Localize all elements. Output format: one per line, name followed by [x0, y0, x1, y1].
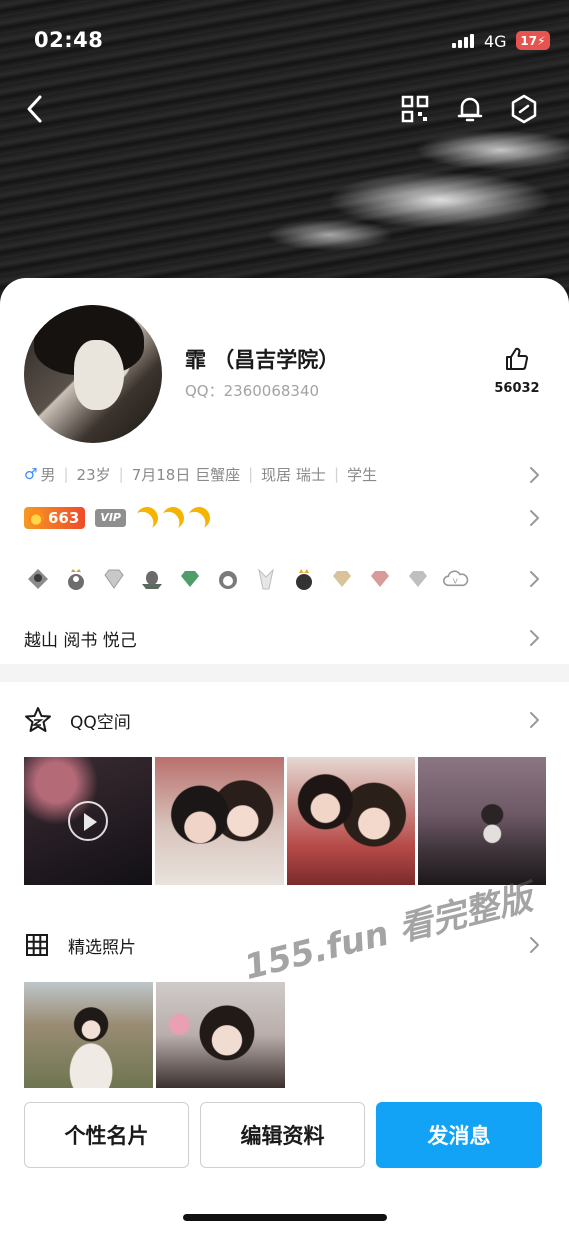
profile-name: 霏 （昌吉学院）: [185, 348, 340, 372]
qq-number[interactable]: QQ：2360068340: [185, 380, 319, 401]
divider: |: [63, 465, 69, 483]
silver-diamond-icon: [404, 566, 431, 592]
green-diamond-icon: [176, 566, 203, 592]
battery-level: 17: [520, 33, 538, 48]
level-row[interactable]: 663 VIP: [24, 505, 210, 531]
honor-badges-row[interactable]: V: [24, 563, 469, 595]
like-count: 56032: [494, 381, 540, 396]
status-bar: 02:48 4G 17 ⚡: [0, 22, 569, 62]
divider: |: [118, 465, 124, 483]
tuxedo-icon: [252, 566, 279, 592]
qzone-photo-thumb[interactable]: [155, 757, 284, 885]
selected-photo-thumb[interactable]: [24, 982, 153, 1088]
age: 23岁: [76, 465, 111, 484]
penguin-boat-icon: [138, 566, 165, 592]
penguin-icon: [214, 566, 241, 592]
qzone-photo-thumb[interactable]: [286, 757, 415, 885]
send-message-button[interactable]: 发消息: [376, 1102, 542, 1168]
moon-level-icons: [136, 507, 210, 529]
selected-photos-title: 精选照片: [68, 937, 136, 958]
home-indicator[interactable]: [183, 1214, 387, 1221]
cloud-vip-icon: V: [442, 566, 469, 592]
selected-photo-thumb[interactable]: [156, 982, 285, 1088]
grid-icon: [26, 934, 48, 956]
like-button[interactable]: [494, 346, 540, 376]
penguin-crown-icon: [62, 566, 89, 592]
section-divider: [0, 664, 569, 682]
level-badge: 663: [24, 507, 86, 529]
signal-icon: [452, 34, 474, 48]
qzone-photo-strip: [24, 757, 546, 885]
level-number: 663: [48, 509, 80, 527]
qzone-photo-thumb[interactable]: [417, 757, 546, 885]
signature[interactable]: 越山 阅书 悦己: [24, 626, 137, 651]
chevron-right-icon[interactable]: [527, 465, 541, 485]
svg-text:V: V: [453, 577, 458, 586]
star-icon: [25, 707, 51, 732]
gold-diamond-icon: [328, 566, 355, 592]
chevron-right-icon[interactable]: [527, 710, 541, 730]
diamond-icon: [100, 566, 127, 592]
moon-icon: [185, 504, 213, 532]
moon-icon: [159, 504, 187, 532]
edit-profile-button[interactable]: 编辑资料: [200, 1102, 365, 1168]
gender: 男: [40, 465, 56, 484]
chevron-right-icon[interactable]: [527, 628, 541, 648]
avatar[interactable]: [24, 305, 162, 443]
bell-icon[interactable]: [453, 92, 487, 126]
male-icon: ♂: [24, 465, 38, 483]
birthday-sign: 7月18日 巨蟹座: [131, 465, 241, 484]
qzone-title: QQ空间: [70, 712, 131, 733]
selected-photo-strip: [24, 982, 546, 1088]
residence: 现居 瑞士: [261, 465, 326, 484]
qzone-video-thumb[interactable]: [24, 757, 153, 885]
thumbs-up-icon: [506, 347, 529, 370]
avatar-face: [74, 340, 124, 410]
qr-code-icon[interactable]: [398, 92, 432, 126]
battery-icon: 17 ⚡: [516, 31, 550, 50]
play-icon: [68, 801, 108, 841]
qzone-header[interactable]: QQ空间: [24, 705, 131, 735]
back-arrow-icon[interactable]: [18, 92, 52, 126]
divider: |: [248, 465, 254, 483]
selected-photos-header[interactable]: 精选照片: [24, 930, 136, 960]
hexagon-settings-icon[interactable]: [507, 92, 541, 126]
vip-badge: VIP: [95, 509, 126, 527]
penguin-badge-icon: [24, 566, 51, 592]
penguin-king-icon: [290, 566, 317, 592]
occupation: 学生: [347, 465, 378, 484]
chevron-right-icon[interactable]: [527, 935, 541, 955]
basic-info-row[interactable]: ♂ 男 | 23岁 | 7月18日 巨蟹座 | 现居 瑞士 | 学生: [24, 462, 544, 486]
moon-icon: [133, 504, 161, 532]
network-label: 4G: [484, 32, 507, 51]
flame-icon: [28, 510, 44, 526]
pink-diamond-icon: [366, 566, 393, 592]
profile-card-button[interactable]: 个性名片: [24, 1102, 189, 1168]
chevron-right-icon[interactable]: [527, 569, 541, 589]
chevron-right-icon[interactable]: [527, 508, 541, 528]
status-time: 02:48: [34, 28, 104, 52]
divider: |: [333, 465, 339, 483]
